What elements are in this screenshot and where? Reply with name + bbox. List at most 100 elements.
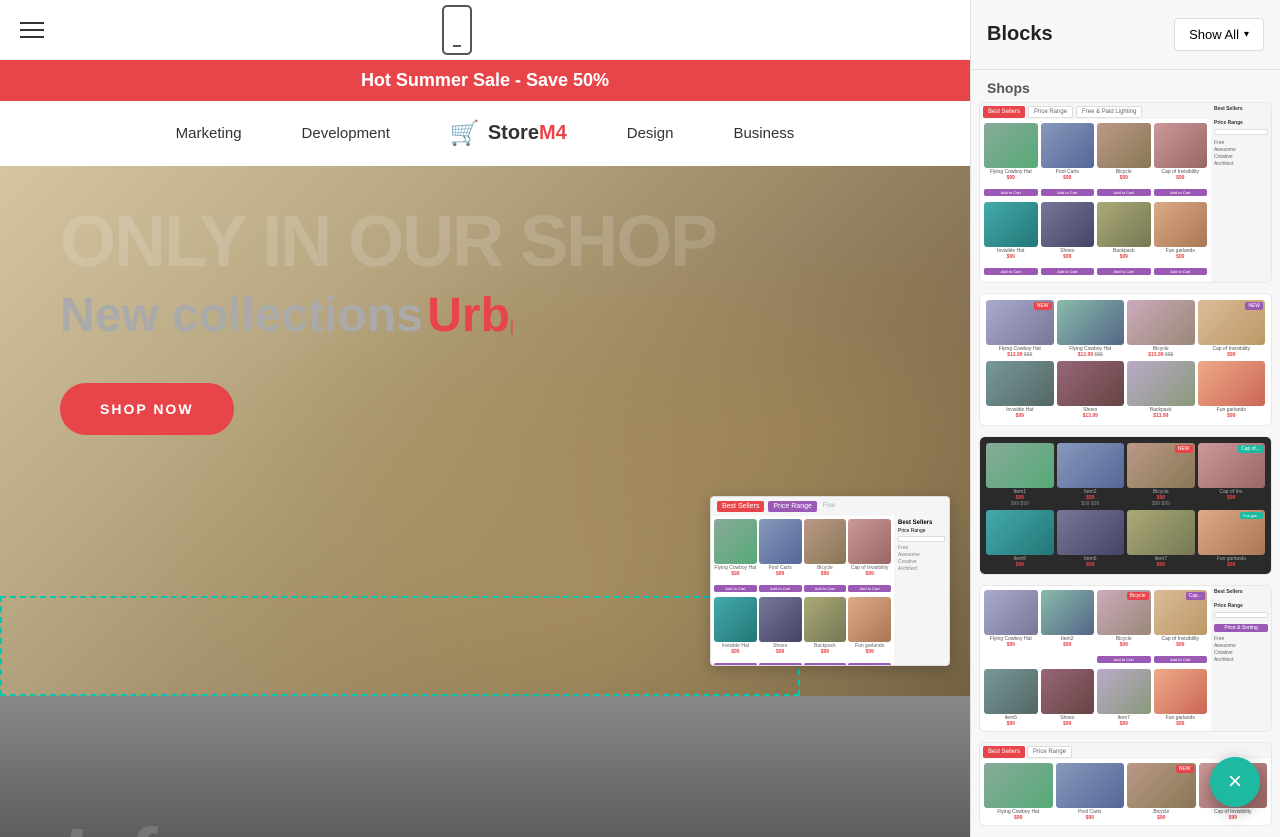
sc1-add-8[interactable]: Add to Cart (1154, 268, 1208, 275)
shop-card-1[interactable]: Best Sellers Price Range Free & Paid Lig… (979, 102, 1272, 283)
sc1-add-5[interactable]: Add to Cart (984, 268, 1038, 275)
fp-add-6[interactable]: Add to Cart (759, 663, 802, 666)
fp-add-4[interactable]: Add to Cart (848, 585, 891, 592)
sc1-img-2 (1041, 123, 1095, 168)
sc1-add-6[interactable]: Add to Cart (1041, 268, 1095, 275)
sc4-item-6: Shoes $99 (1041, 669, 1095, 727)
sc2-img-6 (1057, 361, 1125, 406)
sc1-btn-free[interactable]: Free & Paid Lighting (1076, 106, 1142, 118)
sc4-add-4[interactable]: Add to Cart (1154, 656, 1208, 663)
sc2-item-6: Shoes $13.99 (1057, 361, 1125, 419)
nav-design[interactable]: Design (627, 125, 674, 142)
sc5-btn-pricerange[interactable]: Price Range (1027, 746, 1072, 758)
sc4-filter-free: Free (1214, 636, 1268, 642)
sc2-img-2 (1057, 300, 1125, 345)
sc4-add-3[interactable]: Add to Cart (1097, 656, 1151, 663)
sc4-filter-architect: Architect (1214, 657, 1268, 663)
main-area: Hot Summer Sale - Save 50% Marketing Dev… (0, 0, 970, 837)
fp-add-3[interactable]: Add to Cart (804, 585, 847, 592)
sc1-add-2[interactable]: Add to Cart (1041, 189, 1095, 196)
fp-img-6 (759, 597, 802, 642)
fp-img-8 (848, 597, 891, 642)
sc3-badge-3: NEW (1175, 445, 1193, 453)
fp-add-1[interactable]: Add to Cart (714, 585, 757, 592)
sc1-price-input[interactable] (1214, 129, 1268, 135)
fp-top-bar: Best Sellers Price Range Free (711, 497, 949, 516)
sc1-add-7[interactable]: Add to Cart (1097, 268, 1151, 275)
sc3-img-5 (986, 510, 1054, 555)
sc1-item-7: Backpack $99 Add to Cart (1097, 202, 1151, 278)
fp-btn-bestsellers[interactable]: Best Sellers (717, 501, 764, 512)
sc4-price-input[interactable] (1214, 612, 1268, 618)
fp-img-5 (714, 597, 757, 642)
sc4-badge-3: Bicycle (1127, 592, 1149, 600)
fp-add-7[interactable]: Add to Cart (804, 663, 847, 666)
mobile-preview-icon[interactable] (442, 5, 472, 55)
sc4-badge-4: Cap... (1186, 592, 1205, 600)
sc2-badge-1: NEW (1034, 302, 1052, 310)
sc5-btn-bestsellers[interactable]: Best Sellers (983, 746, 1025, 758)
show-all-arrow: ▾ (1244, 29, 1249, 40)
sc4-img-6 (1041, 669, 1095, 714)
sc5-badge-3: NEW (1176, 765, 1194, 773)
fp-img-3 (804, 519, 847, 564)
nav-marketing[interactable]: Marketing (176, 125, 242, 142)
sc1-img-5 (984, 202, 1038, 247)
show-all-button[interactable]: Show All ▾ (1174, 18, 1264, 51)
sc1-img-3 (1097, 123, 1151, 168)
sc1-img-7 (1097, 202, 1151, 247)
sc1-add-1[interactable]: Add to Cart (984, 189, 1038, 196)
fp-add-5[interactable]: Add to Cart (714, 663, 757, 666)
sc3-item-8: Fun gar... Fun garlands $99 (1198, 510, 1266, 568)
fp-layout: Flying Cowboy Hat $99 Add to Cart Pool C… (711, 516, 949, 666)
sc3-item-5: Item5 $99 (986, 510, 1054, 568)
sc1-filters: Free Awesome Creative Architect (1214, 140, 1268, 167)
sc4-img-2 (1041, 590, 1095, 635)
sc5-item-3: NEW Bicycle $99 (1127, 763, 1196, 821)
fp-product-grid: Flying Cowboy Hat $99 Add to Cart Pool C… (711, 516, 894, 666)
sc1-item-1: Flying Cowboy Hat $99 Add to Cart (984, 123, 1038, 199)
shop-card-4[interactable]: Flying Cowboy Hat $99 Item2 $99 Bicycle … (979, 585, 1272, 732)
sc1-btn-bestsellers[interactable]: Best Sellers (983, 106, 1025, 118)
fp-img-7 (804, 597, 847, 642)
shop-now-button[interactable]: SHOP NOW (60, 383, 234, 435)
sidebar-scroll-area[interactable]: Best Sellers Price Range Free & Paid Lig… (971, 102, 1280, 837)
sc4-grid: Flying Cowboy Hat $99 Item2 $99 Bicycle … (980, 586, 1211, 731)
sc1-grid: Flying Cowboy Hat $99 Add to Cart Pool C… (980, 119, 1211, 282)
sc4-item-4: Cap... Cap of Invisibility $99 Add to Ca… (1154, 590, 1208, 666)
floating-preview-card[interactable]: Best Sellers Price Range Free Flying Cow… (710, 496, 950, 666)
fp-product-7: Backpack $99 Add to Cart (804, 597, 847, 666)
fp-add-2[interactable]: Add to Cart (759, 585, 802, 592)
sc2-item-4: NEW Cap of Invisibility $99 (1198, 300, 1266, 358)
sc5-item-2: Pool Carts $99 (1056, 763, 1125, 821)
sc1-add-4[interactable]: Add to Cart (1154, 189, 1208, 196)
sc5-header: Best Sellers Price Range (980, 743, 1271, 759)
sc4-item-3: Bicycle Bicycle $99 Add to Cart (1097, 590, 1151, 666)
fp-btn-free[interactable]: Free (821, 501, 837, 512)
hero-subtitle: New collections Urb| (60, 288, 716, 343)
fp-filter-free: Free (898, 545, 945, 551)
sc3-item-6: Item6 $99 (1057, 510, 1125, 568)
shop-card-3[interactable]: Item1 $99 $99 $99 Item2 $99 $99 $99 NEW … (979, 436, 1272, 575)
fp-btn-pricerange[interactable]: Price Range (768, 501, 817, 512)
fp-filter-architect: Architect (898, 566, 945, 572)
sc4-item-8: Fun garlands $99 (1154, 669, 1208, 727)
nav-business[interactable]: Business (733, 125, 794, 142)
shop-card-2[interactable]: NEW Flying Cowboy Hat $13.99 $$$ Flying … (979, 293, 1272, 426)
sc1-add-3[interactable]: Add to Cart (1097, 189, 1151, 196)
sc1-btn-pricerange[interactable]: Price Range (1028, 106, 1073, 118)
sc2-img-5 (986, 361, 1054, 406)
hero-accent-text: Urb (427, 289, 510, 342)
fp-price-input[interactable] (898, 536, 945, 542)
sc4-item-2: Item2 $99 (1041, 590, 1095, 666)
sc2-item-2: Flying Cowboy Hat $13.99 $$$ (1057, 300, 1125, 358)
hamburger-menu[interactable] (20, 22, 44, 38)
sc5-item-1: Flying Cowboy Hat $99 (984, 763, 1053, 821)
close-button[interactable]: × (1210, 757, 1260, 807)
logo-icon: 🛒 (450, 119, 480, 148)
sc1-item-4: Cap of Invisibility $99 Add to Cart (1154, 123, 1208, 199)
fp-add-8[interactable]: Add to Cart (848, 663, 891, 666)
sc2-item-3: Bicycle $13.99 $$$ (1127, 300, 1195, 358)
sc5-img-2 (1056, 763, 1125, 808)
nav-development[interactable]: Development (302, 125, 390, 142)
